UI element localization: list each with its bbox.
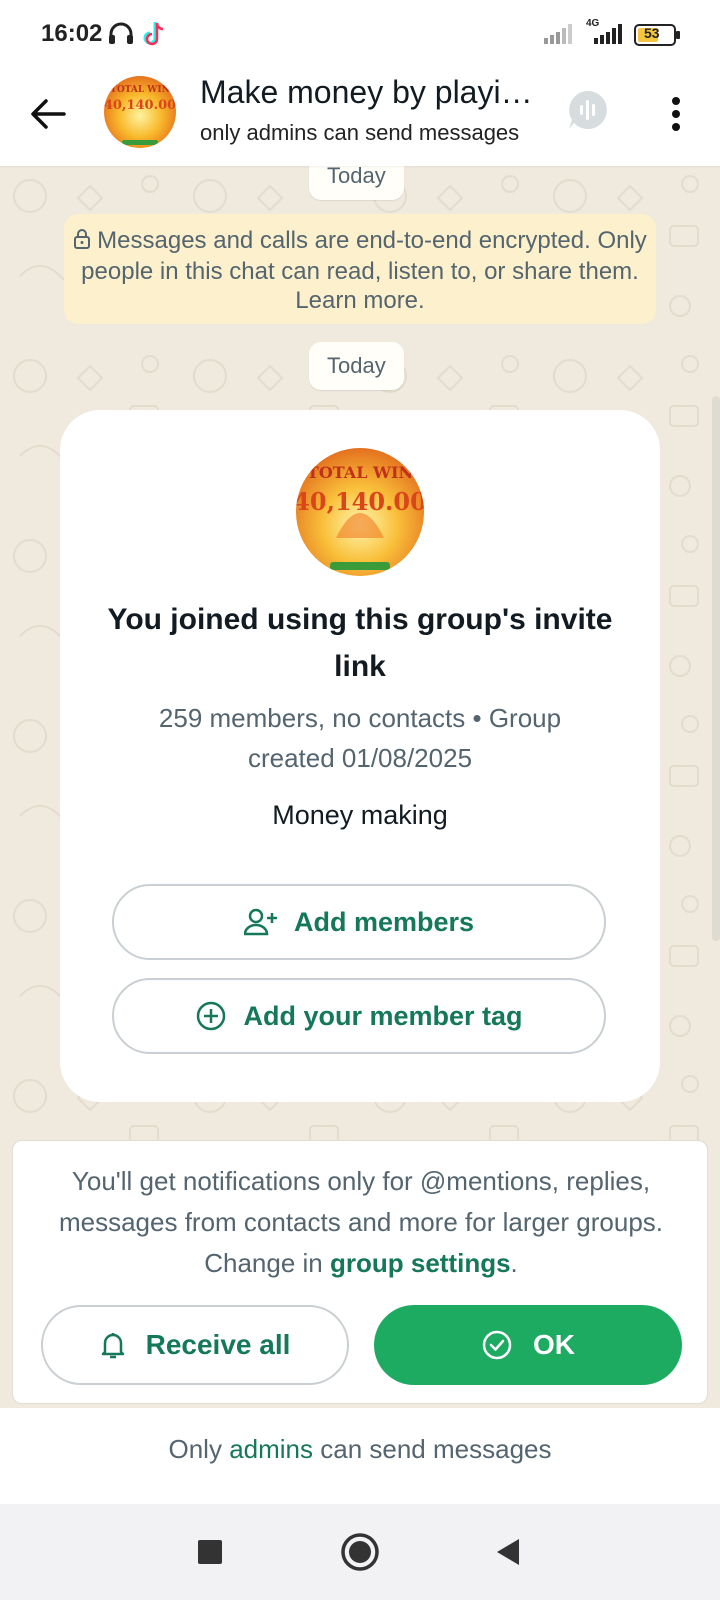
footer-text-end: can send messages <box>313 1434 552 1464</box>
card-group-avatar: TOTAL WIN 40,140.00 <box>296 448 424 576</box>
notification-text-end: . <box>510 1248 518 1278</box>
recents-button[interactable] <box>186 1528 234 1576</box>
group-settings-link[interactable]: group settings <box>330 1248 511 1278</box>
encryption-notice[interactable]: Messages and calls are end-to-end encryp… <box>64 214 656 324</box>
tiktok-icon <box>142 20 168 53</box>
add-person-icon <box>243 908 278 936</box>
avatar-line2: 40,140.00 <box>104 98 176 113</box>
scrollbar[interactable] <box>712 396 720 941</box>
date-chip: Today <box>309 342 404 390</box>
back-arrow-icon <box>31 99 66 129</box>
send-restriction-text: Only admins can send messages <box>0 1434 720 1465</box>
group-meta: 259 members, no contacts • Group created… <box>158 703 562 773</box>
admins-link[interactable]: admins <box>229 1434 313 1464</box>
battery-icon: 53 <box>634 24 682 51</box>
send-restriction-footer: Only admins can send messages <box>0 1408 720 1504</box>
home-button[interactable] <box>336 1528 384 1576</box>
footer-text-start: Only <box>168 1434 230 1464</box>
card-avatar-line1: TOTAL WIN <box>307 463 413 482</box>
receive-all-label: Receive all <box>145 1329 291 1360</box>
add-members-label: Add members <box>293 906 475 937</box>
status-bar: 16:02 4G 53 <box>0 0 720 70</box>
system-back-button[interactable] <box>484 1528 532 1576</box>
more-options-button[interactable] <box>650 88 702 140</box>
add-members-button[interactable]: Add members <box>112 884 606 960</box>
card-avatar-line2: 40,140.00 <box>296 487 424 516</box>
network-signal-icon <box>594 24 622 49</box>
bell-icon <box>100 1330 126 1360</box>
group-title[interactable]: Make money by playing games <box>200 74 540 111</box>
status-time: 16:02 <box>41 20 103 47</box>
date-chip-top: Today <box>309 166 404 200</box>
voice-chat-icon <box>569 91 607 129</box>
recents-square-icon <box>198 1540 222 1564</box>
ok-button[interactable]: OK <box>374 1305 682 1385</box>
more-options-icon <box>672 97 680 131</box>
group-description: Money making <box>272 800 448 830</box>
encryption-notice-text: Messages and calls are end-to-end encryp… <box>81 227 647 314</box>
notification-message: You'll get notifications only for @menti… <box>33 1161 689 1284</box>
ok-label: OK <box>533 1329 575 1360</box>
check-circle-icon <box>481 1329 513 1361</box>
group-subtitle[interactable]: only admins can send messages <box>200 120 540 146</box>
lock-icon <box>73 228 91 257</box>
home-circle-icon <box>341 1533 379 1571</box>
avatar-line1: TOTAL WIN <box>110 85 170 95</box>
back-triangle-icon <box>497 1539 519 1565</box>
battery-level: 53 <box>644 25 660 41</box>
chat-header: TOTAL WIN 40,140.00 Make money by playin… <box>0 70 720 166</box>
group-info-card: TOTAL WIN 40,140.00 You joined using thi… <box>60 410 660 1102</box>
system-navigation-bar <box>0 1504 720 1600</box>
voice-chat-button[interactable] <box>566 88 618 140</box>
notification-settings-panel: You'll get notifications only for @menti… <box>12 1140 708 1404</box>
join-message-title: You joined using this group's invite lin… <box>107 603 613 683</box>
add-member-tag-button[interactable]: Add your member tag <box>112 978 606 1054</box>
add-circle-icon <box>195 1000 227 1032</box>
signal-icon <box>544 24 572 49</box>
receive-all-button[interactable]: Receive all <box>41 1305 349 1385</box>
headphones-icon <box>107 20 135 51</box>
group-avatar[interactable]: TOTAL WIN 40,140.00 <box>104 76 176 148</box>
add-member-tag-label: Add your member tag <box>243 1000 523 1031</box>
back-button[interactable] <box>22 88 74 140</box>
